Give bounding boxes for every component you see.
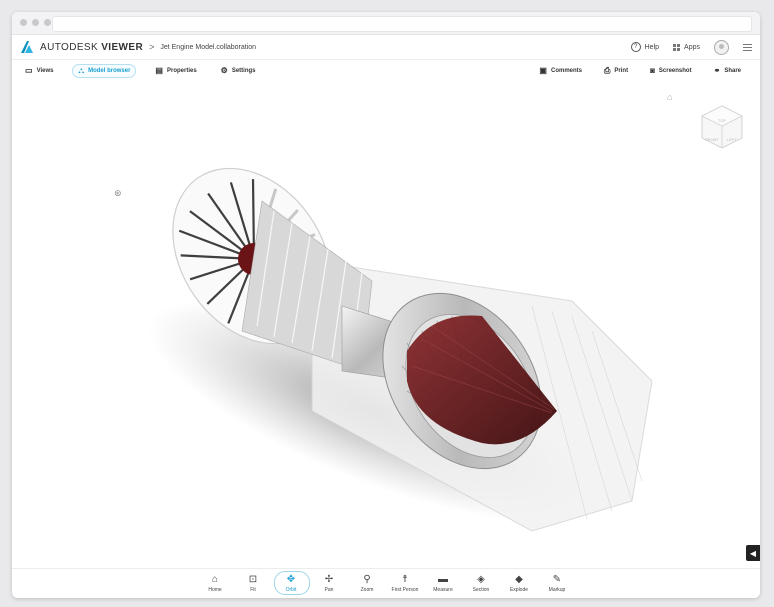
hierarchy-icon: ⛬ bbox=[78, 66, 85, 75]
avatar[interactable] bbox=[714, 39, 729, 55]
comment-icon: ▣ bbox=[539, 66, 547, 75]
apps-label: Apps bbox=[684, 43, 700, 51]
views-label: Views bbox=[36, 68, 54, 74]
screenshot-button[interactable]: ◙ Screenshot bbox=[645, 65, 697, 77]
zoom-icon: ⚲ bbox=[363, 574, 371, 585]
viewcube-home-icon[interactable]: ⌂ bbox=[667, 92, 672, 102]
home-tool[interactable]: ⌂ Home bbox=[196, 574, 234, 593]
section-tool[interactable]: ◈ Section bbox=[462, 574, 500, 593]
help-icon: ? bbox=[630, 42, 641, 52]
pan-label: Pan bbox=[324, 587, 334, 593]
3d-viewport[interactable]: TOP FRONT LEFT ⌂ ⊛ ◀ bbox=[12, 81, 760, 569]
print-label: Print bbox=[614, 68, 629, 74]
brand-title: AUTODESK VIEWER bbox=[40, 42, 143, 53]
app-header: AUTODESK VIEWER > Jet Engine Model.colla… bbox=[12, 35, 760, 60]
fit-icon: ⊡ bbox=[248, 574, 258, 585]
header-actions: ? Help Apps bbox=[630, 39, 752, 55]
camera-icon: ◙ bbox=[650, 66, 655, 75]
menu-icon[interactable] bbox=[743, 43, 752, 51]
help-label: Help bbox=[644, 43, 660, 51]
comments-label: Comments bbox=[550, 68, 582, 74]
screenshot-label: Screenshot bbox=[658, 68, 692, 74]
close-dot[interactable] bbox=[20, 19, 27, 26]
help-button[interactable]: ? Help bbox=[630, 42, 660, 52]
minimize-dot[interactable] bbox=[32, 19, 39, 26]
share-button[interactable]: ⚭ Share bbox=[709, 65, 746, 77]
comments-button[interactable]: ▣ Comments bbox=[534, 65, 587, 77]
ruler-icon: ▬ bbox=[438, 574, 448, 585]
window-controls bbox=[20, 19, 51, 26]
apps-grid-icon bbox=[673, 43, 681, 51]
maximize-dot[interactable] bbox=[44, 19, 51, 26]
brand-name: AUTODESK bbox=[40, 41, 99, 53]
properties-label: Properties bbox=[166, 68, 197, 74]
top-toolbar: ▭ Views ⛬ Model browser ▤ Properties ⚙ S… bbox=[12, 60, 760, 83]
model-browser-label: Model browser bbox=[88, 68, 131, 74]
link-icon: ⚭ bbox=[713, 66, 721, 75]
first-person-label: First Person bbox=[391, 587, 419, 593]
browser-chrome bbox=[12, 12, 760, 35]
apps-button[interactable]: Apps bbox=[673, 43, 700, 51]
share-label: Share bbox=[724, 68, 741, 74]
zoom-tool[interactable]: ⚲ Zoom bbox=[348, 574, 386, 593]
settings-button[interactable]: ⚙ Settings bbox=[216, 65, 261, 77]
viewcube-left: LEFT bbox=[727, 137, 737, 142]
markup-tool[interactable]: ✎ Markup bbox=[538, 574, 576, 593]
section-label: Section bbox=[472, 587, 490, 593]
autodesk-logo-icon bbox=[21, 41, 33, 53]
orbit-label: Orbit bbox=[285, 587, 297, 593]
home-label: Home bbox=[208, 587, 222, 593]
address-bar[interactable] bbox=[52, 16, 752, 32]
person-icon: ☨ bbox=[402, 574, 408, 585]
explode-icon: ◆ bbox=[515, 574, 523, 585]
gear-icon: ⚙ bbox=[220, 66, 228, 75]
print-button[interactable]: ⎙ Print bbox=[599, 65, 633, 77]
file-name[interactable]: Jet Engine Model.collaboration bbox=[160, 44, 256, 51]
toolbar-right-group: ▣ Comments ⎙ Print ◙ Screenshot ⚭ Share bbox=[528, 65, 752, 77]
product-name: VIEWER bbox=[101, 41, 144, 53]
pen-icon: ✎ bbox=[552, 574, 562, 585]
orbit-tool[interactable]: ✥ Orbit bbox=[272, 571, 310, 595]
jet-engine-model[interactable]: TOP FRONT LEFT bbox=[12, 81, 760, 569]
orbit-icon: ✥ bbox=[286, 574, 296, 585]
views-button[interactable]: ▭ Views bbox=[20, 65, 58, 77]
viewcube-front: FRONT bbox=[705, 137, 719, 142]
feedback-megaphone-icon[interactable]: ◀ bbox=[746, 545, 760, 561]
properties-button[interactable]: ▤ Properties bbox=[150, 65, 201, 77]
document-icon: ▤ bbox=[155, 66, 163, 75]
home-icon: ⌂ bbox=[211, 574, 219, 585]
navigation-toolbar: ⌂ Home ⊡ Fit ✥ Orbit ✢ Pan ⚲ Zoom ☨ Firs… bbox=[12, 568, 760, 598]
breadcrumb-separator: > bbox=[149, 42, 155, 52]
viewcube-top: TOP bbox=[718, 118, 726, 123]
measure-tool[interactable]: ▬ Measure bbox=[424, 574, 462, 593]
fit-label: Fit bbox=[250, 587, 256, 593]
first-person-tool[interactable]: ☨ First Person bbox=[386, 574, 424, 593]
zoom-label: Zoom bbox=[360, 587, 374, 593]
pan-icon: ✢ bbox=[324, 574, 334, 585]
monitor-icon: ▭ bbox=[25, 66, 33, 75]
section-icon: ◈ bbox=[477, 574, 485, 585]
printer-icon: ⎙ bbox=[604, 66, 611, 75]
measure-label: Measure bbox=[433, 587, 453, 593]
pan-tool[interactable]: ✢ Pan bbox=[310, 574, 348, 593]
explode-label: Explode bbox=[509, 587, 529, 593]
fit-tool[interactable]: ⊡ Fit bbox=[234, 574, 272, 593]
model-browser-button[interactable]: ⛬ Model browser bbox=[72, 64, 137, 78]
markup-label: Markup bbox=[548, 587, 566, 593]
settings-label: Settings bbox=[231, 68, 256, 74]
viewer-window: AUTODESK VIEWER > Jet Engine Model.colla… bbox=[12, 12, 760, 598]
waypoint-icon[interactable]: ⊛ bbox=[114, 188, 122, 199]
explode-tool[interactable]: ◆ Explode bbox=[500, 574, 538, 593]
